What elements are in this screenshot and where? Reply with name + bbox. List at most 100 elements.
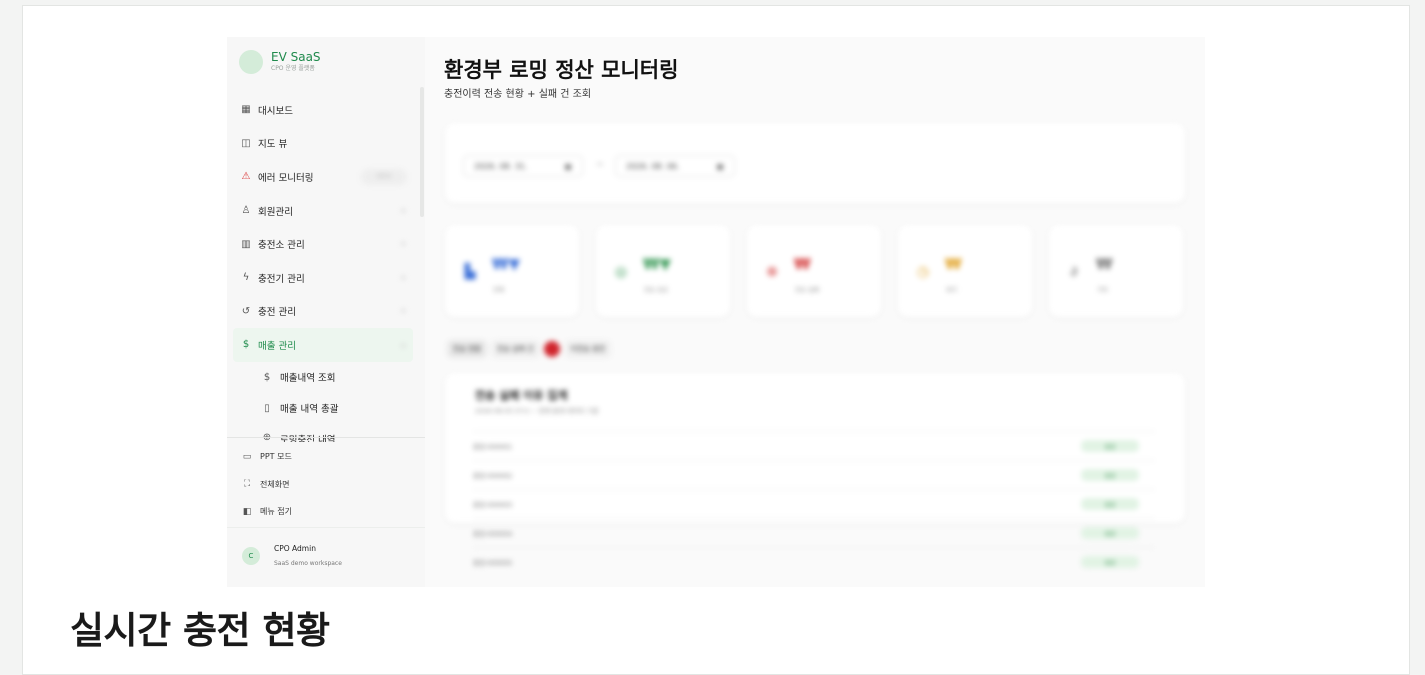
brand-name: EV SaaS — [271, 50, 321, 64]
table-row[interactable]: 충전-000003 성공 — [473, 489, 1155, 518]
sidebar-bottom-links: ▭ PPT 모드 ⛶ 전체화면 ◧ 메뉴 접기 — [241, 443, 292, 526]
collapse-icon: ◧ — [242, 506, 252, 517]
collapse-menu-button[interactable]: ◧ 메뉴 접기 — [241, 498, 292, 526]
check-circle-icon: ◎ — [614, 264, 628, 280]
kpi-card-failed: ⊗ ₩ 전송 실패 — [747, 225, 881, 317]
slide-caption: 실시간 충전 현황 — [70, 609, 330, 652]
chevron-down-icon: ▾ — [401, 307, 405, 316]
sidebar-item-chargers[interactable]: ϟ 충전기 관리 ▾ — [233, 261, 413, 295]
sidebar-item-stations[interactable]: ▥ 충전소 관리 ▾ — [233, 227, 413, 261]
status-badge: 성공 — [1081, 498, 1139, 510]
sidebar-item-label: 회원관리 — [258, 206, 293, 218]
table-row[interactable]: 충전-000001 성공 — [473, 431, 1155, 460]
kpi-value: ₩▼ — [643, 255, 672, 273]
sidebar-item-label: 대시보드 — [258, 105, 293, 117]
end-date-input[interactable]: 2026. 08. 06. ▣ — [615, 155, 735, 177]
tab-failed[interactable]: 전송 실패 건 — [491, 340, 540, 358]
row-id: 충전-000005 — [473, 559, 513, 567]
status-badge: 성공 — [1081, 440, 1139, 452]
calendar-icon: ▣ — [716, 161, 724, 171]
sidebar-item-label: 에러 모니터링 — [258, 172, 314, 184]
ppt-mode-label: PPT 모드 — [260, 452, 292, 462]
row-id: 충전-000001 — [473, 443, 513, 451]
sidebar-item-error-monitoring[interactable]: ⚠ 에러 모니터링 NEW — [233, 160, 413, 194]
sidebar-item-members[interactable]: ♙ 회원관리 ▾ — [233, 194, 413, 228]
dollar-icon: $ — [242, 339, 250, 351]
user-profile[interactable]: C CPO Admin SaaS demo workspace — [227, 527, 425, 587]
sidebar-item-dashboard[interactable]: ▦ 대시보드 — [233, 93, 413, 127]
avatar: C — [242, 547, 260, 565]
chevron-down-icon: ▾ — [401, 206, 405, 215]
sidebar-item-label: 충전소 관리 — [258, 240, 305, 252]
users-icon: ♙ — [241, 205, 251, 217]
fullscreen-icon: ⛶ — [243, 479, 251, 490]
new-badge: NEW — [361, 168, 407, 185]
tab-unsent[interactable]: 미전송 충전 — [564, 340, 612, 358]
kpi-card-success: ◎ ₩▼ 전송 성공 — [596, 225, 730, 317]
failed-count-badge — [543, 341, 560, 357]
history-icon: ↺ — [241, 305, 251, 317]
kpi-label: 대기 — [946, 287, 958, 294]
document-icon: ▯ — [264, 402, 270, 414]
table-subtitle: 2026-08-05 07시 ~ 현재 통계 데이터 기준 — [475, 407, 599, 415]
monitor-icon: ▭ — [242, 451, 252, 462]
kpi-label: 기타 — [1097, 287, 1109, 294]
sidebar-item-charging[interactable]: ↺ 충전 관리 ▾ — [233, 295, 413, 329]
sidebar-subitem-roaming[interactable]: ⊕ 로밍충전 내역 — [233, 424, 413, 442]
brand[interactable]: EV SaaS CPO 운영 플랫폼 — [239, 50, 321, 74]
sidebar-subitem-sales-lookup[interactable]: $ 매출내역 조회 — [233, 362, 413, 393]
table-title: 전송 실패 이유 집계 — [475, 389, 568, 402]
x-circle-icon: ⊗ — [766, 264, 778, 280]
sidebar-subitem-sales-summary[interactable]: ▯ 매출 내역 총괄 — [233, 393, 413, 424]
fullscreen-button[interactable]: ⛶ 전체화면 — [241, 471, 292, 499]
start-date-input[interactable]: 2026. 08. 31. ▣ — [463, 155, 583, 177]
sidebar: EV SaaS CPO 운영 플랫폼 ▦ 대시보드 ◫ 지도 뷰 ⚠ 에러 모니… — [227, 37, 425, 587]
grid-icon: ▦ — [241, 104, 251, 116]
table-row[interactable]: 충전-000005 성공 — [473, 547, 1155, 576]
sidebar-item-sales[interactable]: $ 매출 관리 ▴ — [233, 328, 413, 362]
sidebar-scrollbar[interactable] — [420, 87, 424, 217]
row-id: 충전-000003 — [473, 501, 513, 509]
warning-icon: ⚠ — [241, 171, 251, 183]
kpi-label: 전체 — [493, 287, 505, 294]
tab-bar: 전송 현황 전송 실패 건 미전송 충전 — [447, 339, 615, 359]
kpi-label: 전송 성공 — [644, 287, 668, 294]
main-content: 환경부 로밍 정산 모니터링 충전이력 전송 현황 + 실패 건 조회 2026… — [425, 37, 1205, 587]
kpi-value: ₩ — [794, 255, 811, 273]
brand-logo — [239, 50, 263, 74]
chevron-down-icon: ▾ — [401, 240, 405, 249]
kpi-value: ₩▼ — [492, 255, 521, 273]
fullscreen-label: 전체화면 — [260, 479, 290, 489]
chart-icon: ▙ — [464, 264, 476, 280]
user-workspace: SaaS demo workspace — [274, 560, 342, 567]
start-date-value: 2026. 08. 31. — [474, 161, 528, 171]
ppt-mode-button[interactable]: ▭ PPT 모드 — [241, 443, 292, 471]
sidebar-item-label: 매출 관리 — [258, 340, 296, 352]
kpi-card-total: ▙ ₩▼ 전체 — [445, 225, 579, 317]
bolt-icon: ϟ — [242, 272, 250, 284]
row-id: 충전-000002 — [473, 472, 513, 480]
kpi-label: 전송 실패 — [795, 287, 819, 294]
date-filter-card: 2026. 08. 31. ▣ ~ 2026. 08. 06. ▣ — [445, 123, 1185, 203]
chevron-down-icon: ▾ — [401, 273, 405, 282]
sidebar-item-map[interactable]: ◫ 지도 뷰 — [233, 127, 413, 161]
user-name: CPO Admin — [274, 544, 316, 553]
row-id: 충전-000004 — [473, 530, 513, 538]
calendar-icon: ▣ — [564, 161, 572, 171]
status-badge: 성공 — [1081, 556, 1139, 568]
clock-icon: ◷ — [916, 264, 930, 280]
sidebar-item-label: 충전기 관리 — [258, 273, 305, 285]
map-icon: ◫ — [241, 137, 251, 149]
brand-subtitle: CPO 운영 플랫폼 — [271, 65, 315, 72]
tab-transfer-status[interactable]: 전송 현황 — [447, 340, 487, 358]
status-badge: 성공 — [1081, 469, 1139, 481]
table-row[interactable]: 충전-000002 성공 — [473, 460, 1155, 489]
table-row[interactable]: 충전-000004 성공 — [473, 518, 1155, 547]
page-subtitle: 충전이력 전송 현황 + 실패 건 조회 — [444, 89, 592, 100]
dollar-icon: $ — [263, 371, 271, 383]
date-range-separator: ~ — [596, 160, 604, 170]
sidebar-item-label: 지도 뷰 — [258, 139, 288, 151]
building-icon: ▥ — [241, 238, 251, 250]
kpi-card-pending: ◷ ₩ 대기 — [898, 225, 1032, 317]
app-screenshot: EV SaaS CPO 운영 플랫폼 ▦ 대시보드 ◫ 지도 뷰 ⚠ 에러 모니… — [227, 37, 1205, 587]
